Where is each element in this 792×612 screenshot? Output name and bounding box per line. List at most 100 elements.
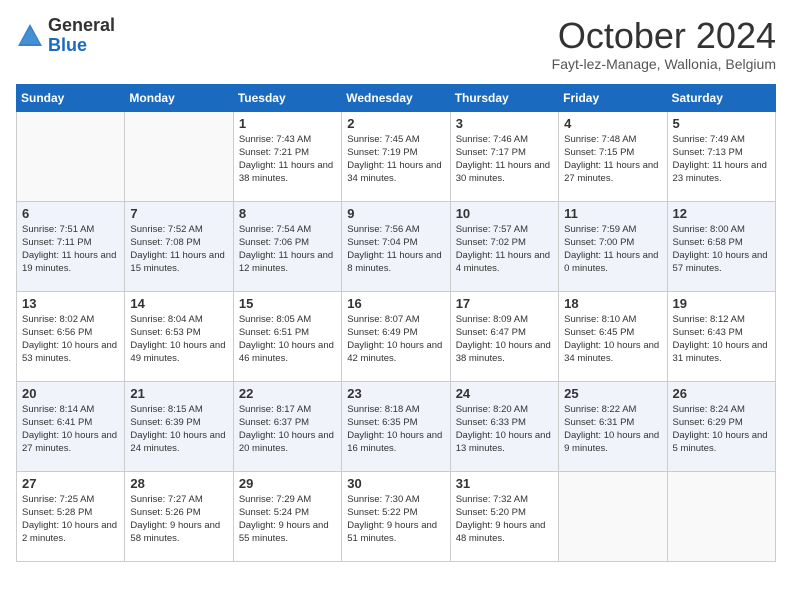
cell-detail: Sunrise: 7:52 AM Sunset: 7:08 PM Dayligh…: [130, 223, 227, 276]
cell-detail: Sunrise: 8:05 AM Sunset: 6:51 PM Dayligh…: [239, 313, 336, 366]
day-number: 18: [564, 296, 661, 311]
cell-detail: Sunrise: 7:49 AM Sunset: 7:13 PM Dayligh…: [673, 133, 770, 186]
day-number: 30: [347, 476, 444, 491]
calendar-week-row: 1 Sunrise: 7:43 AM Sunset: 7:21 PM Daylig…: [17, 111, 776, 201]
calendar-body: 1 Sunrise: 7:43 AM Sunset: 7:21 PM Daylig…: [17, 111, 776, 561]
day-number: 26: [673, 386, 770, 401]
logo-icon: [16, 22, 44, 50]
cell-detail: Sunrise: 7:56 AM Sunset: 7:04 PM Dayligh…: [347, 223, 444, 276]
cell-detail: Sunrise: 7:46 AM Sunset: 7:17 PM Dayligh…: [456, 133, 553, 186]
day-number: 1: [239, 116, 336, 131]
calendar-cell: 1 Sunrise: 7:43 AM Sunset: 7:21 PM Daylig…: [233, 111, 341, 201]
title-block: October 2024 Fayt-lez-Manage, Wallonia, …: [552, 16, 776, 72]
cell-detail: Sunrise: 7:30 AM Sunset: 5:22 PM Dayligh…: [347, 493, 444, 546]
calendar-cell: [17, 111, 125, 201]
calendar-cell: 30 Sunrise: 7:30 AM Sunset: 5:22 PM Dayli…: [342, 471, 450, 561]
calendar-cell: 26 Sunrise: 8:24 AM Sunset: 6:29 PM Dayli…: [667, 381, 775, 471]
day-number: 3: [456, 116, 553, 131]
calendar-cell: 3 Sunrise: 7:46 AM Sunset: 7:17 PM Daylig…: [450, 111, 558, 201]
day-number: 5: [673, 116, 770, 131]
day-number: 11: [564, 206, 661, 221]
day-number: 22: [239, 386, 336, 401]
calendar-cell: [125, 111, 233, 201]
cell-detail: Sunrise: 7:51 AM Sunset: 7:11 PM Dayligh…: [22, 223, 119, 276]
day-number: 21: [130, 386, 227, 401]
header-cell-tuesday: Tuesday: [233, 84, 341, 111]
cell-detail: Sunrise: 8:14 AM Sunset: 6:41 PM Dayligh…: [22, 403, 119, 456]
day-number: 7: [130, 206, 227, 221]
day-number: 2: [347, 116, 444, 131]
calendar-cell: 5 Sunrise: 7:49 AM Sunset: 7:13 PM Daylig…: [667, 111, 775, 201]
calendar-cell: 4 Sunrise: 7:48 AM Sunset: 7:15 PM Daylig…: [559, 111, 667, 201]
day-number: 31: [456, 476, 553, 491]
cell-detail: Sunrise: 7:32 AM Sunset: 5:20 PM Dayligh…: [456, 493, 553, 546]
calendar-cell: 31 Sunrise: 7:32 AM Sunset: 5:20 PM Dayli…: [450, 471, 558, 561]
day-number: 17: [456, 296, 553, 311]
calendar-cell: 14 Sunrise: 8:04 AM Sunset: 6:53 PM Dayli…: [125, 291, 233, 381]
calendar-cell: 15 Sunrise: 8:05 AM Sunset: 6:51 PM Dayli…: [233, 291, 341, 381]
day-number: 9: [347, 206, 444, 221]
calendar-week-row: 13Sunrise: 8:02 AM Sunset: 6:56 PM Dayli…: [17, 291, 776, 381]
cell-detail: Sunrise: 8:09 AM Sunset: 6:47 PM Dayligh…: [456, 313, 553, 366]
calendar-cell: 11 Sunrise: 7:59 AM Sunset: 7:00 PM Dayli…: [559, 201, 667, 291]
day-number: 28: [130, 476, 227, 491]
calendar-cell: 8Sunrise: 7:54 AM Sunset: 7:06 PM Daylig…: [233, 201, 341, 291]
cell-detail: Sunrise: 7:27 AM Sunset: 5:26 PM Dayligh…: [130, 493, 227, 546]
calendar-cell: 20 Sunrise: 8:14 AM Sunset: 6:41 PM Dayli…: [17, 381, 125, 471]
day-number: 16: [347, 296, 444, 311]
calendar-cell: 7 Sunrise: 7:52 AM Sunset: 7:08 PM Daylig…: [125, 201, 233, 291]
day-number: 13: [22, 296, 119, 311]
cell-detail: Sunrise: 7:59 AM Sunset: 7:00 PM Dayligh…: [564, 223, 661, 276]
calendar-cell: 24Sunrise: 8:20 AM Sunset: 6:33 PM Dayli…: [450, 381, 558, 471]
calendar-week-row: 20 Sunrise: 8:14 AM Sunset: 6:41 PM Dayli…: [17, 381, 776, 471]
day-number: 8: [239, 206, 336, 221]
day-number: 19: [673, 296, 770, 311]
day-number: 20: [22, 386, 119, 401]
cell-detail: Sunrise: 7:48 AM Sunset: 7:15 PM Dayligh…: [564, 133, 661, 186]
cell-detail: Sunrise: 8:24 AM Sunset: 6:29 PM Dayligh…: [673, 403, 770, 456]
calendar-week-row: 27 Sunrise: 7:25 AM Sunset: 5:28 PM Dayli…: [17, 471, 776, 561]
cell-detail: Sunrise: 8:00 AM Sunset: 6:58 PM Dayligh…: [673, 223, 770, 276]
calendar-cell: 16 Sunrise: 8:07 AM Sunset: 6:49 PM Dayli…: [342, 291, 450, 381]
cell-detail: Sunrise: 7:45 AM Sunset: 7:19 PM Dayligh…: [347, 133, 444, 186]
day-number: 4: [564, 116, 661, 131]
day-number: 25: [564, 386, 661, 401]
calendar-cell: 19 Sunrise: 8:12 AM Sunset: 6:43 PM Dayli…: [667, 291, 775, 381]
calendar-cell: 27 Sunrise: 7:25 AM Sunset: 5:28 PM Dayli…: [17, 471, 125, 561]
cell-detail: Sunrise: 8:04 AM Sunset: 6:53 PM Dayligh…: [130, 313, 227, 366]
month-title: October 2024: [552, 16, 776, 56]
cell-detail: Sunrise: 8:07 AM Sunset: 6:49 PM Dayligh…: [347, 313, 444, 366]
cell-detail: Sunrise: 7:43 AM Sunset: 7:21 PM Dayligh…: [239, 133, 336, 186]
day-number: 15: [239, 296, 336, 311]
calendar-cell: 9 Sunrise: 7:56 AM Sunset: 7:04 PM Daylig…: [342, 201, 450, 291]
header-cell-sunday: Sunday: [17, 84, 125, 111]
calendar-cell: 6 Sunrise: 7:51 AM Sunset: 7:11 PM Daylig…: [17, 201, 125, 291]
calendar-cell: 18Sunrise: 8:10 AM Sunset: 6:45 PM Dayli…: [559, 291, 667, 381]
calendar-header: SundayMondayTuesdayWednesdayThursdayFrid…: [17, 84, 776, 111]
header-cell-wednesday: Wednesday: [342, 84, 450, 111]
header-cell-monday: Monday: [125, 84, 233, 111]
calendar-cell: 17 Sunrise: 8:09 AM Sunset: 6:47 PM Dayli…: [450, 291, 558, 381]
day-number: 27: [22, 476, 119, 491]
cell-detail: Sunrise: 8:17 AM Sunset: 6:37 PM Dayligh…: [239, 403, 336, 456]
cell-detail: Sunrise: 8:12 AM Sunset: 6:43 PM Dayligh…: [673, 313, 770, 366]
calendar-cell: [667, 471, 775, 561]
calendar-cell: 25Sunrise: 8:22 AM Sunset: 6:31 PM Dayli…: [559, 381, 667, 471]
day-number: 14: [130, 296, 227, 311]
calendar-cell: 23Sunrise: 8:18 AM Sunset: 6:35 PM Dayli…: [342, 381, 450, 471]
calendar-table: SundayMondayTuesdayWednesdayThursdayFrid…: [16, 84, 776, 562]
calendar-cell: 29Sunrise: 7:29 AM Sunset: 5:24 PM Dayli…: [233, 471, 341, 561]
day-number: 12: [673, 206, 770, 221]
page-header: General Blue October 2024 Fayt-lez-Manag…: [16, 16, 776, 72]
location-subtitle: Fayt-lez-Manage, Wallonia, Belgium: [552, 56, 776, 72]
header-cell-friday: Friday: [559, 84, 667, 111]
cell-detail: Sunrise: 8:18 AM Sunset: 6:35 PM Dayligh…: [347, 403, 444, 456]
logo-text: General Blue: [48, 16, 115, 56]
calendar-week-row: 6 Sunrise: 7:51 AM Sunset: 7:11 PM Daylig…: [17, 201, 776, 291]
calendar-cell: 10Sunrise: 7:57 AM Sunset: 7:02 PM Dayli…: [450, 201, 558, 291]
header-row: SundayMondayTuesdayWednesdayThursdayFrid…: [17, 84, 776, 111]
header-cell-thursday: Thursday: [450, 84, 558, 111]
day-number: 6: [22, 206, 119, 221]
cell-detail: Sunrise: 7:25 AM Sunset: 5:28 PM Dayligh…: [22, 493, 119, 546]
logo: General Blue: [16, 16, 115, 56]
